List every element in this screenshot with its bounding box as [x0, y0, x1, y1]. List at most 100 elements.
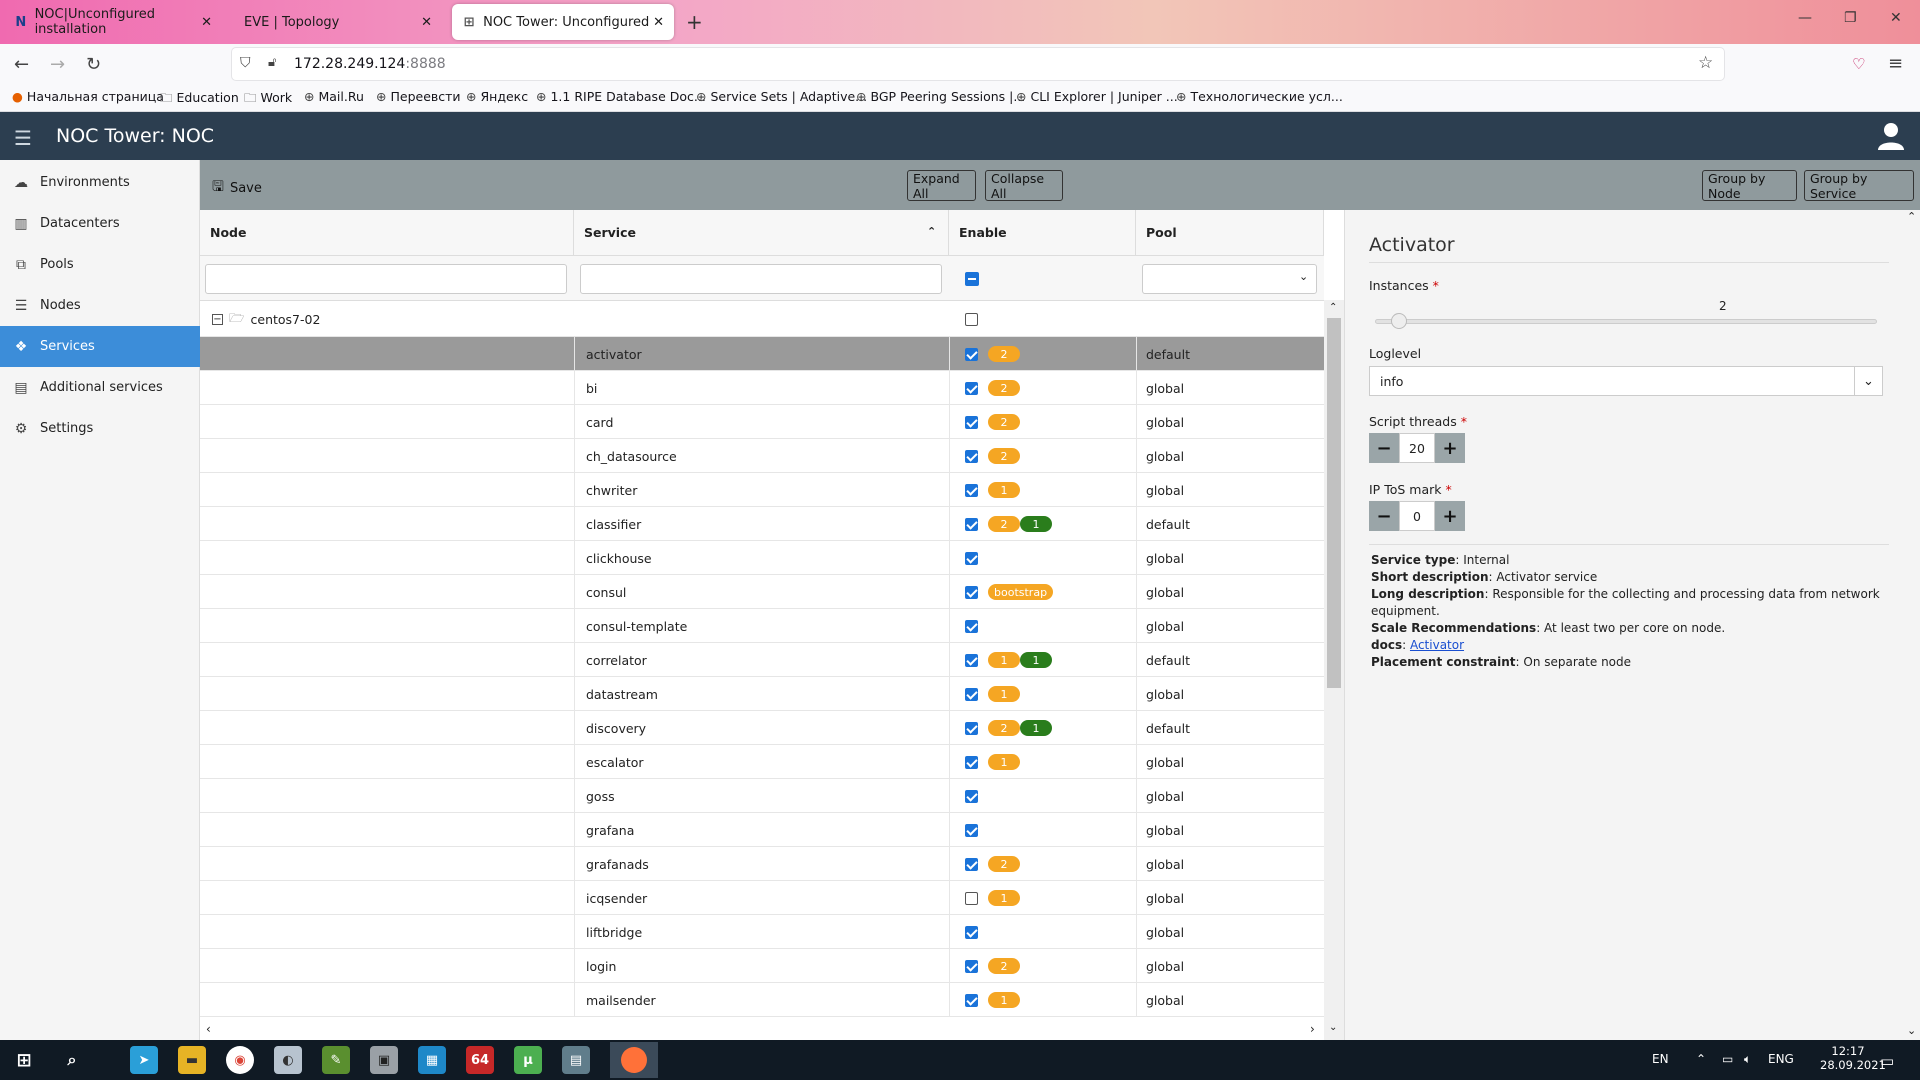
- table-row[interactable]: bi 2 global: [200, 371, 1324, 405]
- bookmark-item[interactable]: ⊕ BGP Peering Sessions |...: [856, 89, 1025, 104]
- windows-start-icon[interactable]: ⊞: [10, 1046, 38, 1074]
- enable-checkbox[interactable]: [965, 415, 978, 429]
- notifications-icon[interactable]: ▭: [1880, 1052, 1894, 1070]
- enable-checkbox[interactable]: [965, 993, 978, 1007]
- script-threads-input[interactable]: 20: [1399, 433, 1435, 463]
- group-by-node-button[interactable]: Group by Node: [1702, 170, 1797, 201]
- lock-icon[interactable]: 🔓︎: [268, 55, 276, 70]
- app-64-icon[interactable]: 64: [466, 1046, 494, 1074]
- bookmark-item[interactable]: ⊕ Переевсти: [376, 89, 461, 104]
- bookmark-item[interactable]: ⊕ Яндекс: [466, 89, 528, 104]
- bookmark-item[interactable]: ⊕ 1.1 RIPE Database Doc...: [536, 89, 706, 104]
- bookmark-item[interactable]: ● Начальная страница: [12, 89, 164, 104]
- notepad-icon[interactable]: ✎: [322, 1046, 350, 1074]
- enable-checkbox[interactable]: [965, 449, 978, 463]
- bookmark-item[interactable]: ⊕ Технологические усл...: [1176, 89, 1343, 104]
- close-icon[interactable]: ✕: [421, 15, 432, 30]
- table-row[interactable]: datastream 1 global: [200, 677, 1324, 711]
- browser-tab-noc[interactable]: N NOC|Unconfigured installation ✕: [4, 4, 222, 40]
- table-row[interactable]: mailsender 1 global: [200, 983, 1324, 1017]
- column-header-pool[interactable]: Pool: [1136, 210, 1324, 256]
- firefox-icon[interactable]: [610, 1042, 658, 1078]
- save-button[interactable]: 🖫 Save: [212, 176, 262, 200]
- enable-filter-indeterminate-checkbox[interactable]: [965, 272, 979, 286]
- table-row[interactable]: grafanads 2 global: [200, 847, 1324, 881]
- enable-checkbox[interactable]: [965, 347, 978, 361]
- scroll-up-icon[interactable]: ⌃: [1329, 302, 1337, 313]
- sort-asc-icon[interactable]: ⌃: [927, 225, 936, 238]
- enable-checkbox[interactable]: [965, 619, 978, 633]
- docs-link[interactable]: Activator: [1410, 638, 1464, 652]
- service-filter-input[interactable]: [580, 264, 942, 294]
- table-row[interactable]: consul bootstrap global: [200, 575, 1324, 609]
- grid-vertical-scrollbar[interactable]: ⌃ ⌄: [1324, 300, 1344, 1040]
- chrome-icon[interactable]: ◉: [226, 1046, 254, 1074]
- loglevel-select[interactable]: info ⌄: [1369, 366, 1883, 396]
- column-header-service[interactable]: Service ⌃: [574, 210, 949, 256]
- scroll-right-icon[interactable]: ›: [1310, 1022, 1315, 1036]
- enable-checkbox[interactable]: [965, 551, 978, 565]
- back-icon[interactable]: ←: [14, 54, 29, 75]
- hamburger-menu-icon[interactable]: ☰: [14, 126, 32, 150]
- utorrent-icon[interactable]: µ: [514, 1046, 542, 1074]
- enable-checkbox[interactable]: [965, 585, 978, 599]
- enable-checkbox[interactable]: [965, 823, 978, 837]
- table-row[interactable]: login 2 global: [200, 949, 1324, 983]
- scrollbar-thumb[interactable]: [1327, 318, 1341, 688]
- instances-slider[interactable]: [1375, 313, 1877, 329]
- sidebar-item-additional-services[interactable]: ▤ Additional services: [0, 367, 200, 408]
- bookmark-item[interactable]: 🗀 Education: [160, 89, 239, 110]
- enable-checkbox[interactable]: [965, 857, 978, 871]
- search-icon[interactable]: ⌕: [58, 1046, 86, 1074]
- new-tab-icon[interactable]: +: [686, 10, 703, 34]
- collapse-icon[interactable]: −: [212, 313, 223, 325]
- sidebar-item-settings[interactable]: ⚙ Settings: [0, 408, 200, 449]
- sidebar-item-services[interactable]: ❖ Services: [0, 326, 200, 367]
- minus-icon[interactable]: −: [1369, 433, 1399, 463]
- bookmark-item[interactable]: ⊕ Service Sets | Adaptive...: [696, 89, 867, 104]
- bookmark-item[interactable]: ⊕ Mail.Ru: [304, 89, 364, 104]
- table-row[interactable]: card 2 global: [200, 405, 1324, 439]
- close-window-icon[interactable]: ✕: [1890, 10, 1902, 26]
- ip-tos-input[interactable]: 0: [1399, 501, 1435, 531]
- scroll-down-icon[interactable]: ⌄: [1329, 1022, 1337, 1033]
- table-row[interactable]: activator 2 default: [200, 337, 1324, 371]
- enable-checkbox[interactable]: [965, 959, 978, 973]
- table-row[interactable]: goss global: [200, 779, 1324, 813]
- bookmark-item[interactable]: ⊕ CLI Explorer | Juniper ...: [1016, 89, 1178, 104]
- app-icon[interactable]: ▤: [562, 1046, 590, 1074]
- close-icon[interactable]: ✕: [201, 15, 212, 30]
- collapse-all-button[interactable]: Collapse All: [985, 170, 1063, 201]
- table-row[interactable]: escalator 1 global: [200, 745, 1324, 779]
- sidebar-item-nodes[interactable]: ☰ Nodes: [0, 285, 200, 326]
- sidebar-item-pools[interactable]: ⧉ Pools: [0, 244, 200, 285]
- enable-checkbox[interactable]: [965, 925, 978, 939]
- reload-icon[interactable]: ↻: [86, 54, 101, 75]
- enable-checkbox[interactable]: [965, 755, 978, 769]
- browser-tab-noc-tower[interactable]: ⊞ NOC Tower: Unconfigured insta ✕: [452, 4, 674, 40]
- enable-checkbox[interactable]: [965, 687, 978, 701]
- close-icon[interactable]: ✕: [653, 15, 664, 30]
- bookmark-item[interactable]: 🗀 Work: [244, 89, 292, 110]
- table-row[interactable]: grafana global: [200, 813, 1324, 847]
- enable-checkbox[interactable]: [965, 653, 978, 667]
- enable-checkbox[interactable]: [965, 381, 978, 395]
- group-row[interactable]: − 🗁 centos7-02: [200, 301, 1324, 337]
- plus-icon[interactable]: +: [1435, 501, 1465, 531]
- restore-icon[interactable]: ❐: [1844, 10, 1857, 26]
- telegram-icon[interactable]: ➤: [130, 1046, 158, 1074]
- url-bar[interactable]: ⛉ 🔓︎ 172.28.249.124:8888 ☆: [232, 48, 1724, 80]
- pool-filter-select[interactable]: ⌄: [1142, 264, 1317, 294]
- bookmark-star-icon[interactable]: ☆: [1698, 53, 1713, 73]
- table-row[interactable]: correlator 1 1 default: [200, 643, 1324, 677]
- forward-icon[interactable]: →: [50, 54, 65, 75]
- language-indicator[interactable]: EN: [1652, 1052, 1669, 1066]
- enable-checkbox[interactable]: [965, 789, 978, 803]
- enable-checkbox[interactable]: [965, 891, 978, 905]
- pocket-icon[interactable]: ♡: [1852, 55, 1865, 73]
- app-icon[interactable]: ◐: [274, 1046, 302, 1074]
- table-row[interactable]: liftbridge global: [200, 915, 1324, 949]
- network-icon[interactable]: ▭: [1722, 1052, 1733, 1066]
- volume-icon[interactable]: 🔈︎: [1744, 1052, 1751, 1067]
- minus-icon[interactable]: −: [1369, 501, 1399, 531]
